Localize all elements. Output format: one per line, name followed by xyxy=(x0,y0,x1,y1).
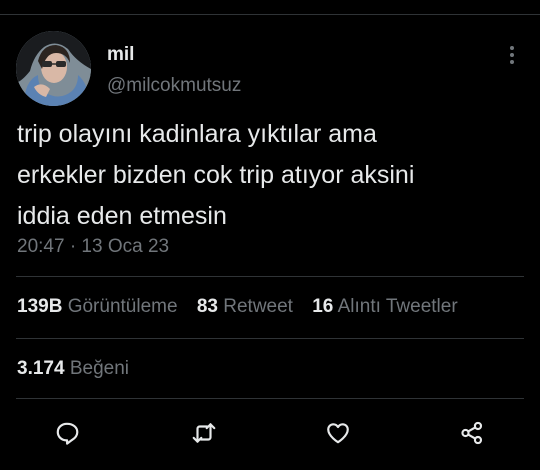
reply-icon xyxy=(56,422,79,445)
retweets-count: 83 xyxy=(196,296,218,317)
views-stat[interactable]: 139B Görüntüleme xyxy=(17,296,183,317)
display-name[interactable]: mil xyxy=(107,44,134,66)
tweet-text: trip olayını kadinlara yıktılar ama erke… xyxy=(17,114,527,237)
tweet-text-line: erkekler bizden cok trip atıyor aksini xyxy=(17,161,415,189)
share-button[interactable] xyxy=(455,416,489,450)
tweet-text-line: trip olayını kadinlara yıktılar ama xyxy=(17,120,377,148)
user-handle[interactable]: @milcokmutsuz xyxy=(107,75,241,97)
quotes-stat[interactable]: 16 Alıntı Tweetler xyxy=(312,296,457,317)
like-button[interactable] xyxy=(321,416,355,450)
retweet-button[interactable] xyxy=(187,416,221,450)
heart-icon xyxy=(327,423,349,444)
divider xyxy=(16,398,524,399)
retweets-stat[interactable]: 83 Retweet xyxy=(197,296,298,317)
likes-stat[interactable]: 3.174 Beğeni xyxy=(17,358,129,380)
views-count: 139B xyxy=(17,296,63,317)
quotes-label: Alıntı Tweetler xyxy=(337,296,458,317)
avatar-image xyxy=(16,31,91,106)
likes-count: 3.174 xyxy=(17,358,65,379)
quotes-count: 16 xyxy=(312,296,334,317)
retweets-label: Retweet xyxy=(223,296,293,317)
more-options-button[interactable] xyxy=(500,43,524,67)
action-bar xyxy=(0,416,540,450)
top-divider xyxy=(0,14,540,15)
more-dots-icon xyxy=(510,46,514,64)
tweet-text-line: iddia eden etmesin xyxy=(17,202,227,230)
likes-label: Beğeni xyxy=(69,358,129,379)
avatar[interactable] xyxy=(16,31,91,106)
views-label: Görüntüleme xyxy=(67,296,178,317)
divider xyxy=(16,338,524,339)
retweet-icon xyxy=(192,423,216,443)
reply-button[interactable] xyxy=(50,416,84,450)
divider xyxy=(16,276,524,277)
share-icon xyxy=(461,421,483,445)
tweet-timestamp[interactable]: 20:47 · 13 Oca 23 xyxy=(17,236,169,258)
stats-row: 139B Görüntüleme 83 Retweet 16 Alıntı Tw… xyxy=(17,296,472,318)
